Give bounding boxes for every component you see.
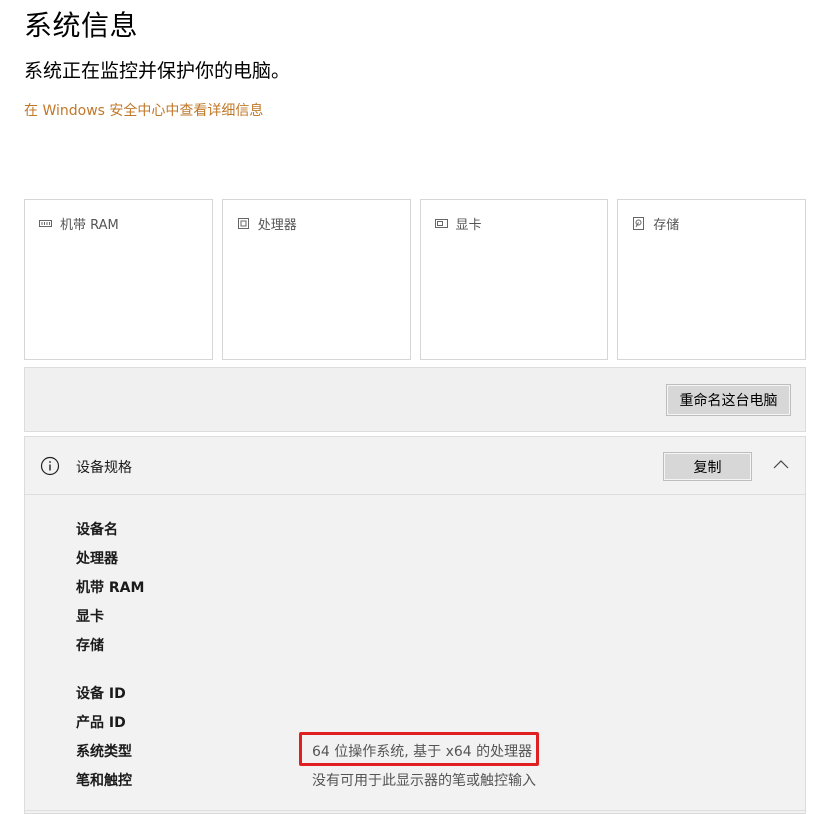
device-specifications-header[interactable]: 设备规格 复制 — [25, 437, 805, 495]
windows-security-link[interactable]: 在 Windows 安全中心中查看详细信息 — [24, 100, 263, 120]
gpu-icon — [434, 219, 448, 228]
protection-status-text: 系统正在监控并保护你的电脑。 — [24, 60, 291, 82]
card-processor-label: 处理器 — [257, 218, 297, 233]
card-gpu[interactable]: 显卡 — [419, 199, 609, 360]
system-info-page: 系统信息 系统正在监控并保护你的电脑。 在 Windows 安全中心中查看详细信… — [0, 0, 823, 814]
cpu-icon — [237, 218, 249, 229]
spec-label-storage: 存储 — [76, 638, 104, 654]
spec-label-product-id: 产品 ID — [76, 715, 126, 731]
page-title: 系统信息 — [24, 9, 139, 42]
card-storage-label: 存储 — [653, 218, 680, 233]
spec-label-system-type: 系统类型 — [76, 744, 132, 760]
device-specifications-title: 设备规格 — [76, 460, 132, 476]
chevron-up-icon[interactable] — [773, 457, 789, 471]
device-specifications-panel: 设备规格 复制 设备名 处理器 机带 RAM 显卡 存储 设备 ID 产品 ID… — [24, 436, 806, 814]
card-processor[interactable]: 处理器 — [221, 199, 411, 360]
section-divider — [24, 810, 806, 811]
card-gpu-label: 显卡 — [455, 218, 482, 233]
card-ram[interactable]: 机带 RAM — [24, 199, 213, 360]
spec-label-device-id: 设备 ID — [76, 686, 126, 702]
rename-pc-button[interactable]: 重命名这台电脑 — [666, 384, 791, 416]
spec-value-system-type: 64 位操作系统, 基于 x64 的处理器 — [312, 744, 533, 760]
spec-label-gpu: 显卡 — [76, 609, 104, 625]
spec-label-processor: 处理器 — [76, 551, 118, 567]
spec-value-pen-touch: 没有可用于此显示器的笔或触控输入 — [312, 773, 536, 789]
copy-button[interactable]: 复制 — [663, 452, 752, 481]
spec-label-ram: 机带 RAM — [76, 580, 145, 596]
ram-icon — [39, 220, 52, 227]
spec-label-pen-touch: 笔和触控 — [76, 773, 132, 789]
storage-icon — [633, 217, 645, 230]
card-ram-label: 机带 RAM — [60, 218, 119, 233]
rename-section: 重命名这台电脑 — [24, 367, 806, 432]
spec-label-device-name: 设备名 — [76, 522, 118, 538]
hardware-summary-cards: 机带 RAM 处理器 显卡 存储 — [24, 199, 806, 360]
card-storage[interactable]: 存储 — [617, 199, 806, 360]
info-icon — [40, 456, 60, 476]
